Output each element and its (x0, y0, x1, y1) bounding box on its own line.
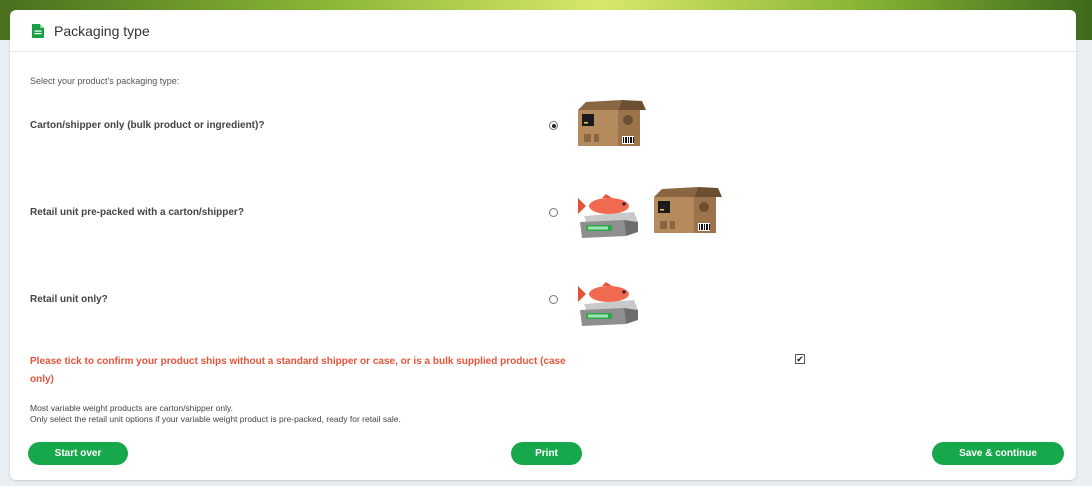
page-title: Packaging type (54, 22, 150, 39)
print-button[interactable]: Print (511, 442, 582, 465)
option-retail-only-label: Retail unit only? (30, 294, 108, 305)
carton-box-image (578, 100, 646, 146)
option-retail-only-radio[interactable] (549, 295, 558, 304)
carton-box-image (654, 187, 722, 233)
card-header: Packaging type (10, 10, 1076, 52)
option-retail-with-carton-label: Retail unit pre-packed with a carton/shi… (30, 207, 244, 218)
help-note-line: Most variable weight products are carton… (30, 403, 233, 413)
help-note-line: Only select the retail unit options if y… (30, 414, 401, 424)
save-continue-button[interactable]: Save & continue (932, 442, 1064, 465)
confirm-warning-text: Please tick to confirm your product ship… (30, 356, 566, 385)
document-icon (32, 23, 44, 38)
option-retail-with-carton-radio[interactable] (549, 208, 558, 217)
option-carton-only-label: Carton/shipper only (bulk product or ing… (30, 120, 265, 131)
confirm-checkbox[interactable]: ✔ (795, 354, 805, 364)
option-carton-only-radio[interactable] (549, 121, 558, 130)
help-notes: Most variable weight products are carton… (30, 403, 401, 425)
intro-text: Select your product's packaging type: (30, 76, 180, 86)
packaging-card: Packaging type Select your product's pac… (10, 10, 1076, 480)
retail-scale-fish-image (578, 282, 638, 326)
retail-scale-fish-image (578, 194, 638, 238)
start-over-button[interactable]: Start over (28, 442, 128, 465)
